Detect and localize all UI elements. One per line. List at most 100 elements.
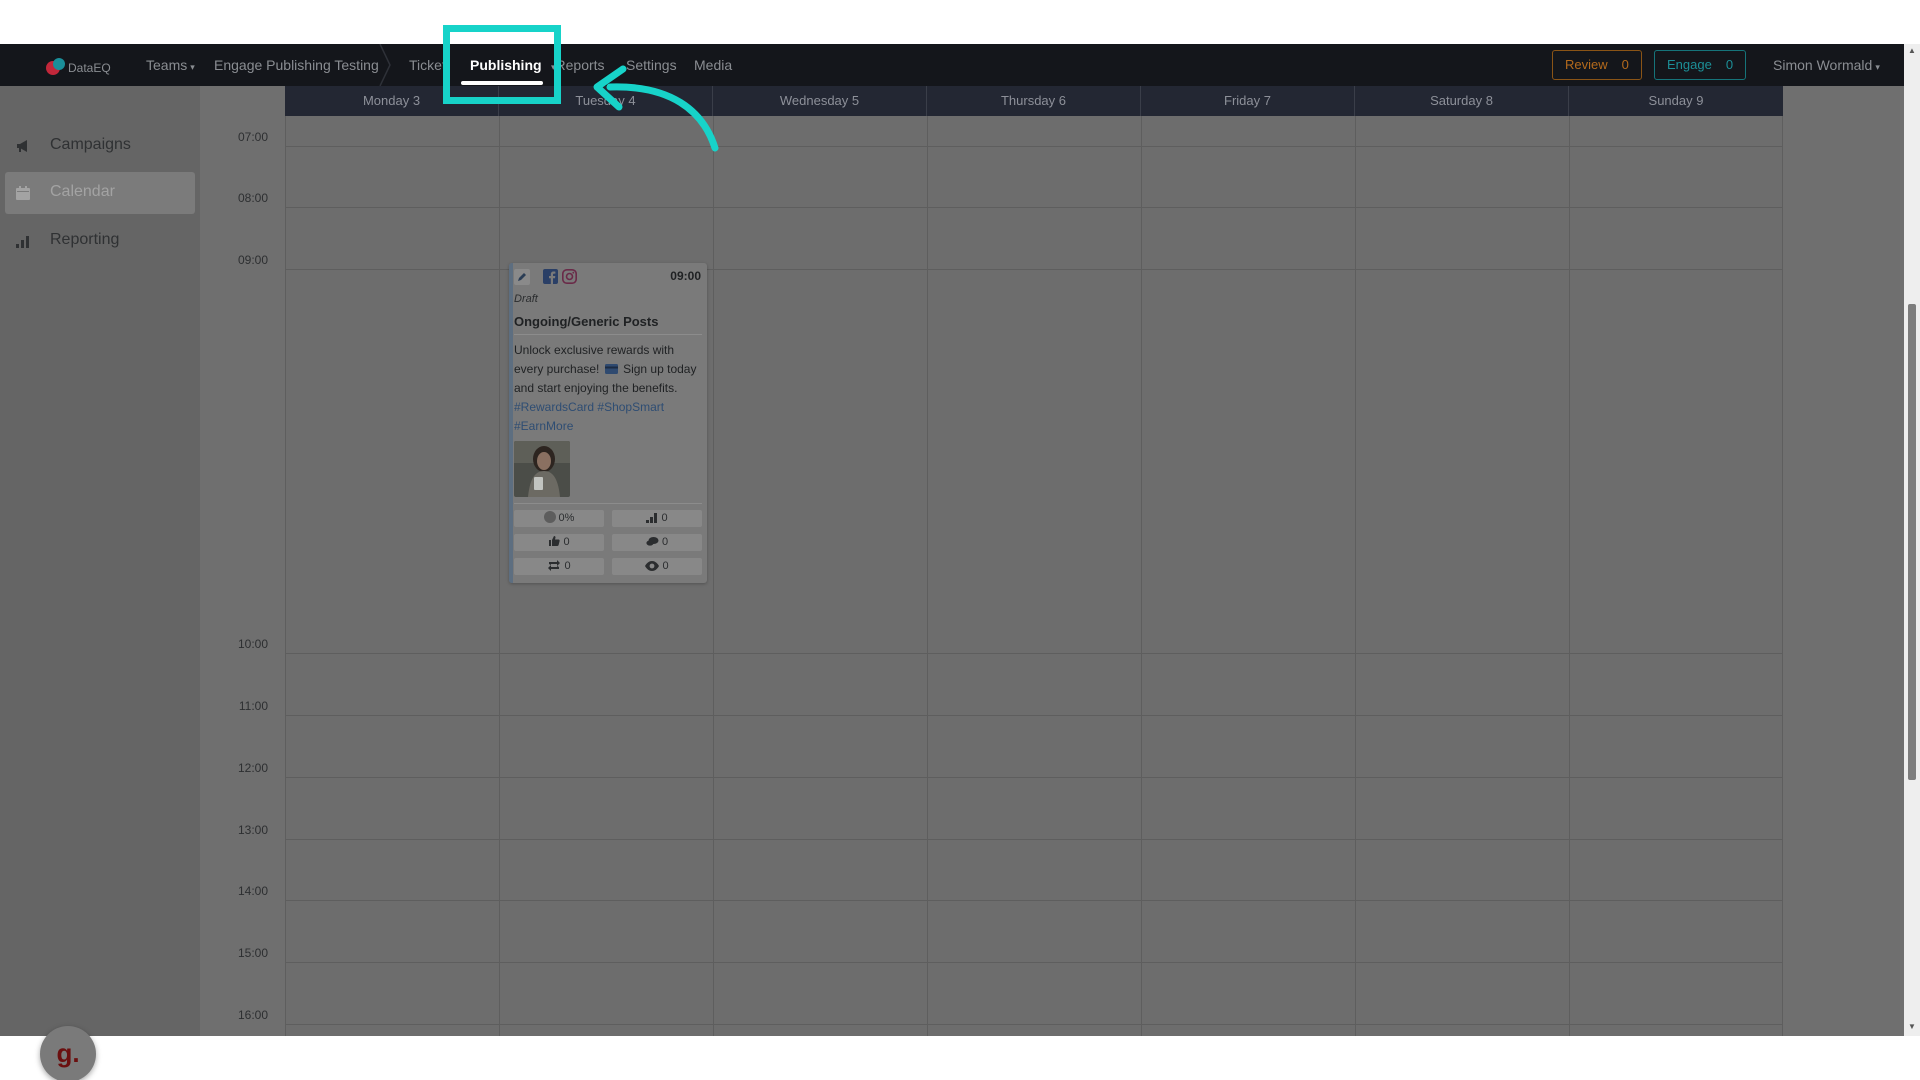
- calendar-icon: [16, 186, 30, 200]
- day-header: Sunday 9: [1648, 93, 1704, 108]
- bar-chart-icon: [16, 236, 29, 248]
- comments-value: 0: [661, 536, 669, 548]
- time-label: 09:00: [237, 253, 268, 267]
- logo-text: DataEQ: [68, 61, 111, 75]
- post-card-accent: [509, 263, 513, 583]
- facebook-icon: [543, 269, 558, 284]
- views-stat: 0: [612, 558, 702, 575]
- thumbs-up-icon: [549, 536, 561, 546]
- review-count: 0: [1621, 57, 1629, 72]
- post-image-thumbnail[interactable]: [514, 441, 570, 497]
- reach-stat: 0: [612, 510, 702, 527]
- engage-count: 0: [1725, 57, 1734, 72]
- scrollbar-thumb[interactable]: [1908, 304, 1916, 780]
- time-label: 16:00: [237, 1008, 268, 1022]
- scroll-up-icon[interactable]: ▲: [1908, 46, 1916, 55]
- hashtag[interactable]: #EarnMore: [514, 419, 573, 433]
- grid-line: [285, 962, 1783, 963]
- scroll-down-icon[interactable]: ▼: [1908, 1022, 1916, 1031]
- grid-line: [927, 116, 928, 1036]
- grid-line: [285, 777, 1783, 778]
- grid-line: [285, 1024, 1783, 1025]
- likes-stat: 0: [514, 534, 604, 551]
- breadcrumb-team[interactable]: Engage Publishing Testing: [214, 44, 379, 86]
- grid-line: [285, 146, 1783, 147]
- grid-line: [713, 116, 714, 1036]
- grid-line: [499, 116, 500, 1036]
- grid-line: [1569, 116, 1570, 1036]
- post-time: 09:00: [670, 269, 701, 283]
- time-label: 07:00: [237, 130, 268, 144]
- time-label: 10:00: [237, 637, 268, 651]
- grid-line: [285, 207, 1783, 208]
- screen: DataEQ Teams ▾ Engage Publishing Testing …: [0, 0, 1920, 1080]
- grid-line: [285, 839, 1783, 840]
- sidebar-item-reporting[interactable]: Reporting: [5, 220, 195, 262]
- shares-value: 0: [564, 560, 571, 572]
- comments-stat: 0: [612, 534, 702, 551]
- day-header: Friday 7: [1141, 86, 1355, 116]
- time-label: 12:00: [237, 761, 268, 775]
- engage-button[interactable]: Engage 0: [1654, 50, 1747, 80]
- help-widget-button[interactable]: g.: [40, 1026, 96, 1080]
- grid-line: [285, 116, 286, 1036]
- post-card[interactable]: 09:00 Draft Ongoing/Generic Posts Unlock…: [509, 263, 707, 583]
- divider: [514, 334, 702, 335]
- sentiment-value: 0%: [558, 512, 575, 524]
- time-label: 15:00: [237, 946, 268, 960]
- grid-line: [285, 900, 1783, 901]
- dataeq-logo[interactable]: DataEQ: [40, 52, 130, 80]
- grid-line: [1141, 116, 1142, 1036]
- day-header: Thursday 6: [927, 86, 1141, 116]
- shares-stat: 0: [514, 558, 604, 575]
- post-status: Draft: [514, 293, 538, 305]
- chevron-down-icon: ▾: [190, 62, 195, 72]
- day-header: Wednesday 5: [713, 86, 927, 116]
- sidebar-item-label: Campaigns: [50, 136, 131, 153]
- logo-mark-icon: [46, 58, 65, 75]
- review-button[interactable]: Review 0: [1552, 50, 1642, 80]
- signal-bars-icon: [646, 513, 658, 523]
- calendar-view: Monday 3 Tuesday 4 Wednesday 5 Thursday …: [200, 86, 1904, 1036]
- views-value: 0: [662, 560, 669, 572]
- time-label: 11:00: [238, 699, 268, 713]
- sentiment-icon: [543, 511, 556, 523]
- sidebar-item-calendar[interactable]: Calendar: [5, 172, 195, 214]
- nav-teams[interactable]: Teams ▾: [146, 44, 195, 86]
- engage-label: Engage: [1667, 57, 1712, 72]
- tutorial-arrow-icon: [593, 65, 719, 152]
- comments-icon: [646, 537, 659, 546]
- review-label: Review: [1565, 57, 1608, 72]
- grid-line: [1355, 116, 1356, 1036]
- hashtag[interactable]: #RewardsCard: [514, 400, 594, 414]
- divider: [514, 503, 702, 504]
- nav-tickets[interactable]: Tickets: [409, 44, 445, 86]
- grid-line: [285, 715, 1783, 716]
- vertical-scrollbar[interactable]: ▲ ▼: [1904, 44, 1920, 1036]
- instagram-icon: [562, 269, 577, 284]
- breadcrumb-separator-icon: [379, 44, 391, 86]
- post-text: Unlock exclusive rewards with every purc…: [514, 341, 700, 436]
- user-menu[interactable]: Simon Wormald ▾: [1773, 44, 1880, 86]
- top-navbar: DataEQ Teams ▾ Engage Publishing Testing …: [0, 44, 1904, 86]
- megaphone-icon: [17, 140, 27, 152]
- day-header: Saturday 8: [1355, 86, 1569, 116]
- user-name: Simon Wormald: [1773, 57, 1873, 73]
- grid-line: [285, 653, 1783, 654]
- chevron-down-icon: ▾: [1875, 62, 1880, 72]
- likes-value: 0: [563, 536, 570, 548]
- tutorial-highlight-box: [443, 25, 561, 104]
- retweet-icon: [548, 560, 561, 571]
- sidebar-item-campaigns[interactable]: Campaigns: [5, 125, 195, 167]
- time-label: 08:00: [237, 191, 268, 205]
- post-campaign: Ongoing/Generic Posts: [514, 314, 659, 329]
- sidebar-item-label: Calendar: [50, 183, 115, 200]
- time-label: 14:00: [237, 884, 268, 898]
- eye-icon: [645, 561, 660, 571]
- credit-card-icon: [604, 364, 618, 374]
- edit-pencil-icon[interactable]: [514, 269, 530, 285]
- sentiment-stat: 0%: [514, 510, 604, 527]
- hashtag[interactable]: #ShopSmart: [597, 400, 664, 414]
- nav-teams-label: Teams: [146, 57, 188, 73]
- grid-line: [1782, 116, 1783, 1036]
